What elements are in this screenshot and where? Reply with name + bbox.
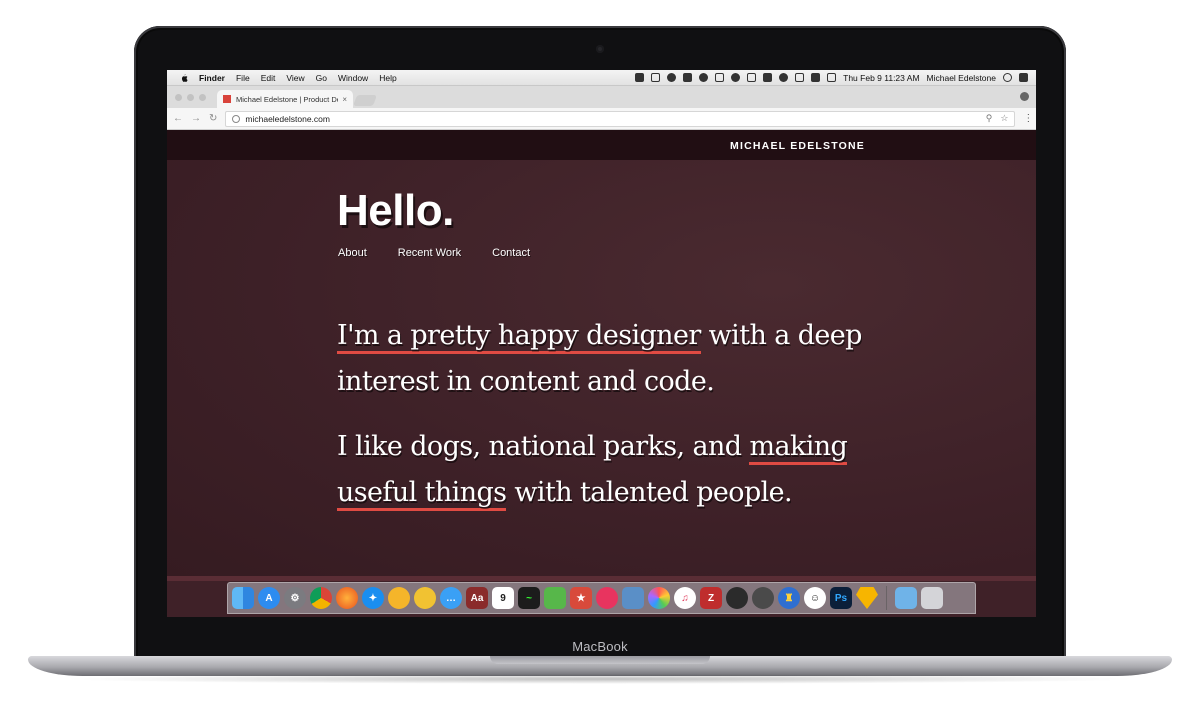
smile-icon[interactable]: ☺ <box>804 587 826 609</box>
site-name[interactable]: MICHAEL EDELSTONE <box>730 140 865 152</box>
nav-contact[interactable]: Contact <box>492 247 530 259</box>
phone-icon[interactable] <box>763 73 773 82</box>
trash-icon[interactable] <box>921 587 943 609</box>
menu-view[interactable]: View <box>286 73 304 83</box>
tower-icon[interactable]: ♜ <box>778 587 800 609</box>
menu-finder[interactable]: Finder <box>199 73 225 83</box>
site-footer-strip <box>167 576 1036 581</box>
nav-buttons: ← → ↻ <box>173 113 217 124</box>
intro-paragraph-1: I'm a pretty happy designer with a deep … <box>337 313 897 405</box>
chrome-icon[interactable] <box>310 587 332 609</box>
status-area: Thu Feb 9 11:23 AM Michael Edelstone <box>635 73 1036 83</box>
new-tab-button[interactable] <box>352 95 378 106</box>
menubar: Finder File Edit View Go Window Help Thu… <box>167 70 1036 86</box>
timer-icon[interactable] <box>731 73 741 82</box>
omnibox-actions: ⚲ ☆ <box>986 113 1015 124</box>
menu-go[interactable]: Go <box>316 73 327 83</box>
evernote-icon[interactable] <box>544 587 566 609</box>
finder-icon[interactable] <box>232 587 254 609</box>
tab-strip: Michael Edelstone | Product De × <box>167 86 1036 108</box>
screen: Finder File Edit View Go Window Help Thu… <box>167 70 1036 617</box>
volume-icon[interactable] <box>811 73 821 82</box>
apple-menu-icon[interactable] <box>179 73 189 83</box>
dictionary-icon[interactable]: Aa <box>466 587 488 609</box>
menubar-user[interactable]: Michael Edelstone <box>927 73 996 83</box>
address-bar[interactable]: michaeledelstone.com ⚲ ☆ <box>225 110 1016 127</box>
close-window-icon[interactable] <box>175 94 182 101</box>
site-info-icon[interactable] <box>232 114 241 123</box>
zoom-icon[interactable]: ⚲ <box>986 113 993 124</box>
nav-about[interactable]: About <box>338 247 367 259</box>
time-machine-icon[interactable] <box>779 73 789 82</box>
dock-separator <box>886 586 887 610</box>
photos-icon[interactable] <box>648 587 670 609</box>
zoom-window-icon[interactable] <box>199 94 206 101</box>
tab-michael-edelstone[interactable]: Michael Edelstone | Product De × <box>217 90 353 108</box>
cast-icon[interactable] <box>715 73 725 82</box>
forward-icon[interactable]: → <box>191 113 201 124</box>
bookmark-star-icon[interactable]: ☆ <box>1000 113 1008 124</box>
app-store-icon[interactable]: A <box>258 587 280 609</box>
github-icon[interactable] <box>726 587 748 609</box>
filezilla-icon[interactable]: Z <box>700 587 722 609</box>
intro-paragraph-2: I like dogs, national parks, and making … <box>337 424 897 516</box>
site-hero: Hello. About Recent Work Contact I'm a p… <box>167 160 1036 576</box>
drive-icon[interactable] <box>683 73 693 82</box>
menubar-clock[interactable]: Thu Feb 9 11:23 AM <box>843 73 919 83</box>
chrome-canary-yellow-icon[interactable] <box>414 587 436 609</box>
browser-toolbar: ← → ↻ michaeledelstone.com ⚲ ☆ ⋮ <box>167 108 1036 130</box>
tab-title: Michael Edelstone | Product De <box>236 94 339 104</box>
alfred-icon[interactable] <box>699 73 709 82</box>
wunderlist-icon[interactable]: ★ <box>570 587 592 609</box>
safari-icon[interactable]: ✦ <box>362 587 384 609</box>
chrome-menu-icon[interactable]: ⋮ <box>1023 113 1033 124</box>
laptop-shadow <box>60 674 1140 684</box>
activity-monitor-icon[interactable]: ~ <box>518 587 540 609</box>
url-text[interactable]: michaeledelstone.com <box>245 114 985 124</box>
menu-window[interactable]: Window <box>338 73 368 83</box>
system-preferences-icon[interactable]: ⚙ <box>284 587 306 609</box>
designer-link[interactable]: I'm a pretty happy designer <box>337 320 701 354</box>
itunes-icon[interactable]: ♫ <box>674 587 696 609</box>
page-title: Hello. <box>337 186 454 235</box>
menu-file[interactable]: File <box>236 73 250 83</box>
back-icon[interactable]: ← <box>173 113 183 124</box>
menu-edit[interactable]: Edit <box>261 73 276 83</box>
wifi-icon[interactable] <box>795 73 805 82</box>
downloads-folder-icon[interactable] <box>895 587 917 609</box>
intro-2-before: I like dogs, national parks, and <box>337 431 750 462</box>
nav-recent-work[interactable]: Recent Work <box>398 247 461 259</box>
favicon-icon <box>223 95 231 103</box>
laptop-notch <box>490 656 710 664</box>
preview-icon[interactable] <box>622 587 644 609</box>
battery-icon[interactable] <box>827 73 837 82</box>
reload-icon[interactable]: ↻ <box>209 113 217 124</box>
dock: A ⚙ ✦ … Aa 9 ~ ★ ♫ Z ♜ ☺ Ps <box>227 582 976 614</box>
notification-center-icon[interactable] <box>1019 73 1028 82</box>
site-nav: About Recent Work Contact <box>338 247 530 259</box>
spotlight-icon[interactable] <box>1003 73 1012 82</box>
menu-help[interactable]: Help <box>379 73 396 83</box>
dropbox-icon[interactable] <box>635 73 645 82</box>
lips-app-icon[interactable] <box>596 587 618 609</box>
firefox-icon[interactable] <box>336 587 358 609</box>
sketch-icon[interactable] <box>856 587 878 609</box>
chrome-canary-icon[interactable] <box>388 587 410 609</box>
messages-icon[interactable]: … <box>440 587 462 609</box>
intro-2-after: with talented people. <box>506 477 793 508</box>
sync-icon[interactable] <box>667 73 677 82</box>
monodraw-icon[interactable] <box>752 587 774 609</box>
tab-close-icon[interactable]: × <box>342 95 347 104</box>
camera <box>596 45 604 53</box>
device-brand: MacBook <box>572 639 628 654</box>
calendar-icon[interactable]: 9 <box>492 587 514 609</box>
profile-icon[interactable] <box>1020 92 1029 101</box>
clipboard-icon[interactable] <box>747 73 757 82</box>
site-header: MICHAEL EDELSTONE <box>167 130 1036 160</box>
minimize-window-icon[interactable] <box>187 94 194 101</box>
photoshop-icon[interactable]: Ps <box>830 587 852 609</box>
screen-capture-icon[interactable] <box>651 73 661 82</box>
